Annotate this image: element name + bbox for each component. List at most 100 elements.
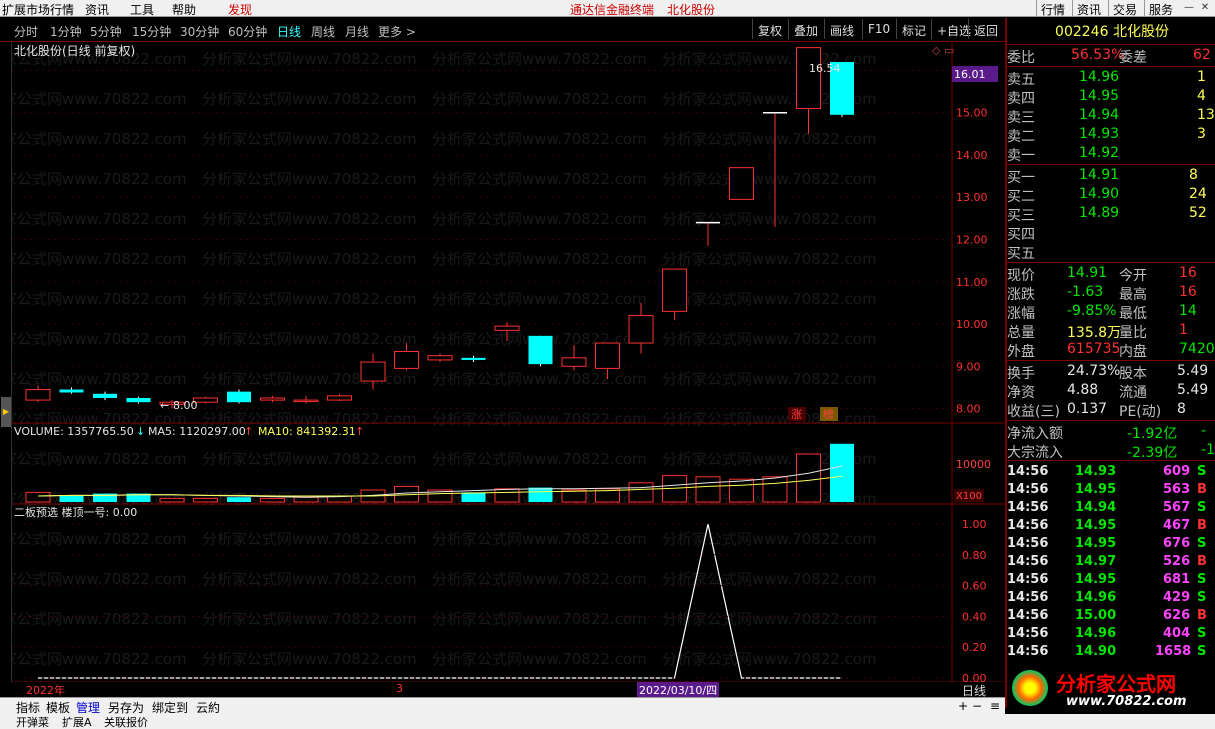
ask-price: 14.94 xyxy=(1079,107,1120,123)
menu-market[interactable]: 扩展市场行情 xyxy=(2,1,74,18)
tick-price: 14.95 xyxy=(1075,518,1117,533)
indicator-tick-label: 0.60 xyxy=(962,580,987,593)
volume-bar xyxy=(830,443,854,502)
stat-label: 量比 xyxy=(1119,325,1147,341)
period-intraday[interactable]: 分时 xyxy=(14,23,38,40)
ask-price: 14.92 xyxy=(1079,145,1120,161)
period-5min[interactable]: 5分钟 xyxy=(90,23,122,40)
watermark-text: 分析家公式网www.70822.com xyxy=(432,610,647,628)
axis-mode-label[interactable]: 日线 xyxy=(962,682,1002,698)
watermark-text: 分析家公式网www.70822.com xyxy=(662,250,877,268)
weibi-row: 委比 56.53% 委差 62 xyxy=(1007,47,1215,66)
bid-price: 14.91 xyxy=(1079,167,1120,183)
watermark-text: 分析家公式网www.70822.com xyxy=(12,570,187,588)
btn-trade[interactable]: 交易 xyxy=(1108,0,1141,17)
candle-body xyxy=(561,357,587,367)
logo-url: www.70822.com xyxy=(1066,694,1187,709)
add-icon[interactable]: + xyxy=(958,699,968,713)
tick-volume: 609 xyxy=(1163,464,1191,479)
stat2-value: 4.88 xyxy=(1067,382,1099,398)
menu-help[interactable]: 帮助 xyxy=(172,1,196,18)
chart-area[interactable]: 分析家公式网www.70822.com 分析家公式网www.70822.com 分析… xyxy=(0,42,1005,695)
candle-body xyxy=(227,391,251,403)
tick-direction: B xyxy=(1197,482,1207,497)
watermark-text: 分析家公式网www.70822.com xyxy=(432,530,647,548)
menu-find[interactable]: 发现 xyxy=(228,1,252,18)
btn-overlay[interactable]: 叠加 xyxy=(788,19,823,39)
stock-name: 北化股份 xyxy=(1112,24,1169,40)
indicator-toolbar: 指标 模板 管理 另存为 绑定到 云約 + − ≡ xyxy=(0,697,1005,715)
volume-bar xyxy=(193,497,218,503)
btn-info[interactable]: 资讯 xyxy=(1072,0,1105,17)
btn-f10[interactable]: F10 xyxy=(862,19,895,39)
status-item-2[interactable]: 关联报价 xyxy=(104,714,148,729)
volume-unit: X100 xyxy=(956,491,982,502)
period-monthly[interactable]: 月线 xyxy=(345,23,369,40)
period-1min[interactable]: 1分钟 xyxy=(50,23,82,40)
period-30min[interactable]: 30分钟 xyxy=(180,23,219,40)
tick-price: 14.90 xyxy=(1075,644,1117,659)
close-icon[interactable]: ✕ xyxy=(1198,2,1212,14)
period-15min[interactable]: 15分钟 xyxy=(132,23,171,40)
status-item-0[interactable]: 开弹菜 xyxy=(16,714,49,729)
btn-back[interactable]: 返回 xyxy=(968,19,1003,39)
minus-icon[interactable]: − xyxy=(972,699,982,713)
period-60min[interactable]: 60分钟 xyxy=(228,23,267,40)
price-tick-label: 11.00 xyxy=(956,276,988,289)
tick-direction: S xyxy=(1197,644,1207,659)
period-more[interactable]: 更多 > xyxy=(378,23,416,40)
stat-value: 135.8万 xyxy=(1067,325,1122,341)
btn-adjust[interactable]: 复权 xyxy=(752,19,787,39)
watermark-text: 分析家公式网www.70822.com xyxy=(432,450,647,468)
flow-extra: -1 xyxy=(1201,442,1215,458)
btn-quotes[interactable]: 行情 xyxy=(1036,0,1069,17)
btn-mark[interactable]: 标记 xyxy=(896,19,931,39)
volume-label: VOLUME: 1357765.50 xyxy=(14,425,134,438)
stat-label: 今开 xyxy=(1119,268,1147,284)
btn-service[interactable]: 服务 xyxy=(1144,0,1177,17)
low-arrow-icon: ← xyxy=(160,399,169,412)
stat2-label: 流通 xyxy=(1119,385,1147,401)
status-item-1[interactable]: 扩展A xyxy=(62,714,92,729)
watermark-text: 分析家公式网www.70822.com xyxy=(432,370,647,388)
tick-price: 14.93 xyxy=(1075,464,1117,479)
watermark-text: 分析家公式网www.70822.com xyxy=(662,170,877,188)
low-price-label: 8.00 xyxy=(173,399,198,412)
tick-volume: 404 xyxy=(1163,626,1191,641)
period-weekly[interactable]: 周线 xyxy=(311,23,335,40)
watermark-text: 分析家公式网www.70822.com xyxy=(12,130,187,148)
watermark-text: 分析家公式网www.70822.com xyxy=(12,290,187,308)
bid-volume: 52 xyxy=(1189,205,1207,221)
watermark-text: 分析家公式网www.70822.com xyxy=(202,610,417,628)
menu-tools[interactable]: 工具 xyxy=(130,1,154,18)
expand-arrow-icon[interactable]: ▶ xyxy=(1,397,11,427)
watermark-text: 分析家公式网www.70822.com xyxy=(432,50,647,68)
bid-label: 买一 xyxy=(1007,170,1035,186)
btn-draw[interactable]: 画线 xyxy=(824,19,859,39)
stat-label: 涨跌 xyxy=(1007,287,1035,303)
minimize-icon[interactable]: — xyxy=(1182,2,1196,14)
ask-label: 卖二 xyxy=(1007,129,1035,145)
tick-price: 14.96 xyxy=(1075,590,1117,605)
menu-icon[interactable]: ≡ xyxy=(990,699,1000,713)
bid-volume: 8 xyxy=(1189,167,1198,183)
candle-body xyxy=(796,47,821,109)
diamond-icon[interactable]: ◇ ▭ xyxy=(932,44,954,57)
period-daily[interactable]: 日线 xyxy=(277,23,301,40)
period-toolbar: 分时 1分钟 5分钟 15分钟 30分钟 60分钟 日线 周线 月线 更多 > … xyxy=(0,18,1005,42)
candle-body xyxy=(260,397,285,401)
price-tick-label: 8.00 xyxy=(956,403,981,416)
menu-news[interactable]: 资讯 xyxy=(85,1,109,18)
tick-price: 15.00 xyxy=(1075,608,1117,623)
kline-chart[interactable]: 分析家公式网www.70822.com 分析家公式网www.70822.com 分析… xyxy=(0,42,1005,695)
candle-body xyxy=(25,389,51,401)
indicator-tick-label: 0.80 xyxy=(962,549,987,562)
stat-value: 14.91 xyxy=(1067,265,1108,281)
stat-value: 16 xyxy=(1179,284,1197,300)
quote-header: 002246 北化股份 xyxy=(1007,21,1215,43)
stat-value: -9.85% xyxy=(1067,303,1117,319)
quote-panel: 002246 北化股份 委比 56.53% 委差 62 卖五 14.96 1 卖四 14… xyxy=(1005,18,1215,708)
candle-body xyxy=(93,393,117,398)
stat2-label: 净资 xyxy=(1007,385,1035,401)
indicator-tick-label: 0.40 xyxy=(962,610,987,623)
